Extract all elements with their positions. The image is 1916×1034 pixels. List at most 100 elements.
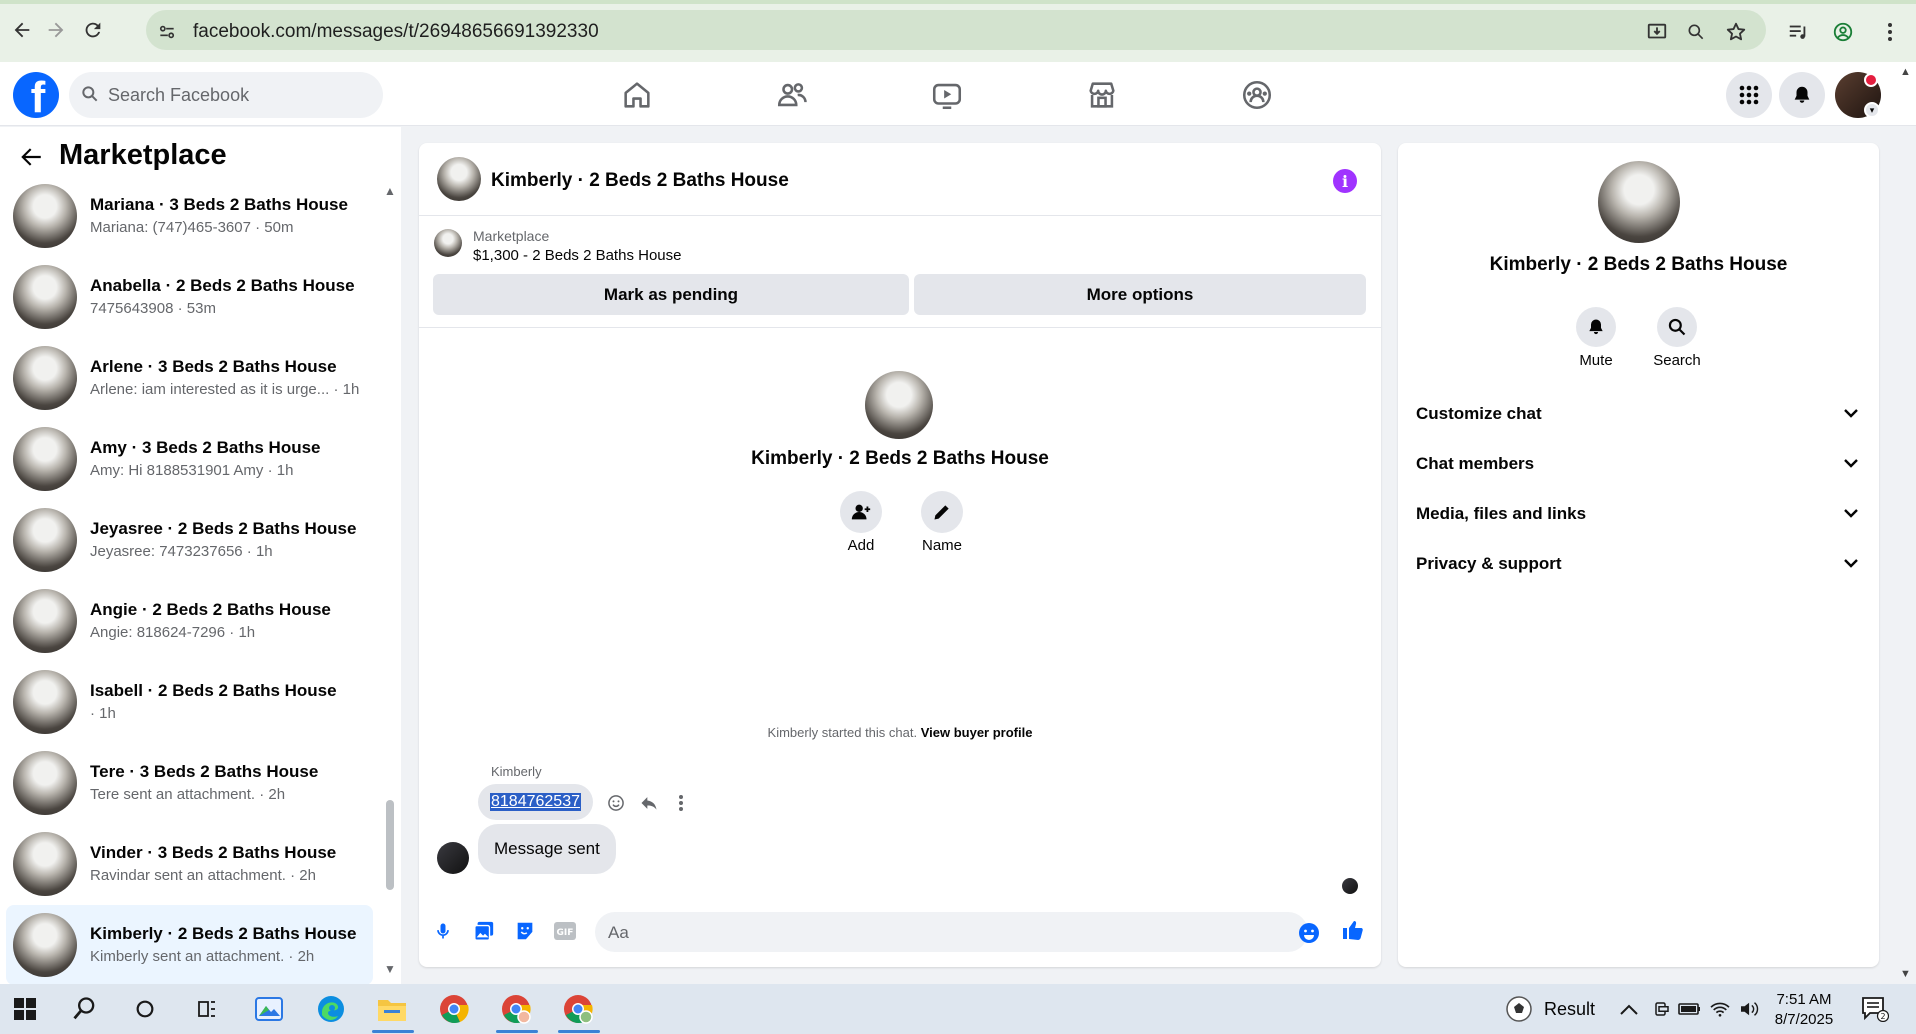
url-text[interactable]: facebook.com/messages/t/2694865669139233… xyxy=(193,21,599,43)
sidebar-scrollbar[interactable] xyxy=(386,800,394,890)
details-title: Kimberly · 2 Beds 2 Baths House xyxy=(1489,254,1788,275)
menu-dots-icon[interactable] xyxy=(1878,20,1902,44)
microphone-icon[interactable] xyxy=(431,919,455,943)
chat-header-avatar[interactable] xyxy=(437,157,481,201)
install-app-icon[interactable] xyxy=(1645,20,1669,44)
conversation-item[interactable]: Isabell · 2 Beds 2 Baths House · 1h xyxy=(6,662,373,742)
message-text[interactable]: 8184762537 xyxy=(490,793,581,811)
details-section-row[interactable]: Privacy & support xyxy=(1416,545,1861,585)
video-icon[interactable] xyxy=(930,78,964,112)
like-thumb-icon[interactable] xyxy=(1341,918,1365,942)
conversation-title: Kimberly · 2 Beds 2 Baths House xyxy=(751,448,1049,469)
wifi-icon[interactable] xyxy=(1703,992,1737,1026)
bookmark-star-icon[interactable] xyxy=(1724,20,1748,44)
gif-icon[interactable]: GIF xyxy=(553,919,577,943)
sticker-icon[interactable] xyxy=(513,919,537,943)
menu-grid-button[interactable] xyxy=(1726,72,1772,118)
site-settings-icon[interactable] xyxy=(155,20,179,44)
listing-thumbnail xyxy=(13,427,77,491)
system-clock[interactable]: 7:51 AM 8/7/2025 xyxy=(1764,990,1844,1030)
conversation-title: Angie · 2 Beds 2 Baths House xyxy=(90,600,331,619)
view-buyer-profile-link[interactable]: View buyer profile xyxy=(921,725,1033,740)
scroll-down-arrow[interactable]: ▼ xyxy=(384,962,396,976)
conversation-item[interactable]: Arlene · 3 Beds 2 Baths House Arlene: iam… xyxy=(6,338,373,418)
conversation-item[interactable]: Amy · 3 Beds 2 Baths House Amy: Hi 818853… xyxy=(6,419,373,499)
listing-thumbnail[interactable] xyxy=(434,229,462,257)
conversation-item[interactable]: Angie · 2 Beds 2 Baths House Angie: 81862… xyxy=(6,581,373,661)
soccer-ball-icon[interactable] xyxy=(1502,992,1536,1026)
volume-icon[interactable] xyxy=(1733,992,1767,1026)
message-input[interactable] xyxy=(595,912,1308,952)
forward-icon[interactable] xyxy=(42,16,70,44)
listing-thumbnail xyxy=(13,670,77,734)
react-icon[interactable] xyxy=(605,792,627,814)
weather-widget-text[interactable]: Result xyxy=(1544,999,1595,1020)
emoji-icon[interactable] xyxy=(1297,921,1321,945)
chevron-down-icon[interactable]: ▾ xyxy=(1864,102,1880,118)
chat-header-title[interactable]: Kimberly · 2 Beds 2 Baths House xyxy=(491,170,789,192)
photo-icon[interactable] xyxy=(472,919,496,943)
more-options-button[interactable]: More options xyxy=(914,274,1366,315)
groups-icon[interactable] xyxy=(1240,78,1274,112)
back-icon[interactable] xyxy=(8,16,36,44)
chrome-profile-icon[interactable] xyxy=(561,992,595,1026)
photos-app-icon[interactable] xyxy=(252,992,286,1026)
notifications-button[interactable] xyxy=(1779,72,1825,118)
details-avatar[interactable] xyxy=(1598,161,1680,243)
conversation-item[interactable]: Tere · 3 Beds 2 Baths House Tere sent an … xyxy=(6,743,373,823)
media-control-icon[interactable] xyxy=(1786,20,1810,44)
reload-icon[interactable] xyxy=(79,16,107,44)
message-bubble-sent[interactable]: Message sent xyxy=(478,824,616,874)
info-icon[interactable]: i xyxy=(1333,169,1357,193)
chevron-up-icon[interactable] xyxy=(1612,992,1646,1026)
sidebar-title: Marketplace xyxy=(59,139,227,171)
conversation-item[interactable]: Jeyasree · 2 Beds 2 Baths House Jeyasree:… xyxy=(6,500,373,580)
page-scroll-down-arrow[interactable]: ▼ xyxy=(1900,968,1911,980)
notification-center-icon[interactable]: 2 xyxy=(1858,992,1892,1026)
conversation-item[interactable]: Kimberly · 2 Beds 2 Baths House Kimberly … xyxy=(6,905,373,985)
marketplace-icon[interactable] xyxy=(1085,78,1119,112)
sender-avatar[interactable] xyxy=(437,842,469,874)
windows-start-icon[interactable] xyxy=(8,992,42,1026)
details-section-row[interactable]: Chat members xyxy=(1416,445,1861,485)
edge-browser-icon[interactable] xyxy=(314,992,348,1026)
search-icon xyxy=(80,84,102,106)
page-scroll-up-arrow[interactable]: ▲ xyxy=(1900,66,1911,78)
message-bubble[interactable]: 8184762537 xyxy=(478,784,593,820)
cortana-icon[interactable] xyxy=(128,992,162,1026)
reply-icon[interactable] xyxy=(638,792,660,814)
details-section-label: Customize chat xyxy=(1416,404,1542,423)
chrome-icon[interactable] xyxy=(437,992,471,1026)
conversation-item[interactable]: Vinder · 3 Beds 2 Baths House Ravindar se… xyxy=(6,824,373,904)
mute-button[interactable] xyxy=(1576,307,1616,347)
task-view-icon[interactable] xyxy=(190,992,224,1026)
facebook-logo[interactable]: f xyxy=(13,72,59,118)
listing-thumbnail xyxy=(13,832,77,896)
taskbar-search-icon[interactable] xyxy=(68,992,102,1026)
profile-icon[interactable] xyxy=(1831,20,1855,44)
mark-pending-button[interactable]: Mark as pending xyxy=(433,274,909,315)
zoom-icon[interactable] xyxy=(1684,20,1708,44)
details-section-label: Chat members xyxy=(1416,454,1535,473)
details-section-row[interactable]: Customize chat xyxy=(1416,395,1861,435)
chrome-profile-icon[interactable] xyxy=(499,992,533,1026)
chevron-down-icon xyxy=(1841,503,1861,523)
back-arrow-icon[interactable] xyxy=(18,144,44,178)
listing-thumbnail xyxy=(13,184,77,248)
search-conversation-button[interactable] xyxy=(1657,307,1697,347)
conversation-preview: Mariana: (747)465-3607 · 50m xyxy=(90,219,294,236)
friends-icon[interactable] xyxy=(775,78,809,112)
scroll-up-arrow[interactable]: ▲ xyxy=(384,184,396,198)
edit-name-button[interactable] xyxy=(921,491,963,533)
conversation-avatar[interactable] xyxy=(865,371,933,439)
conversation-item[interactable]: Anabella · 2 Beds 2 Baths House 747564390… xyxy=(6,257,373,337)
add-people-button[interactable] xyxy=(840,491,882,533)
conversation-item[interactable]: Mariana · 3 Beds 2 Baths House Mariana: (… xyxy=(6,176,373,256)
chat-started-notice: Kimberly started this chat. View buyer p… xyxy=(419,725,1381,740)
file-explorer-icon[interactable] xyxy=(375,992,409,1026)
home-icon[interactable] xyxy=(620,78,654,112)
details-section-row[interactable]: Media, files and links xyxy=(1416,495,1861,535)
listing-title[interactable]: $1,300 - 2 Beds 2 Baths House xyxy=(473,247,681,264)
battery-icon[interactable] xyxy=(1673,992,1707,1026)
more-actions-icon[interactable] xyxy=(670,792,692,814)
